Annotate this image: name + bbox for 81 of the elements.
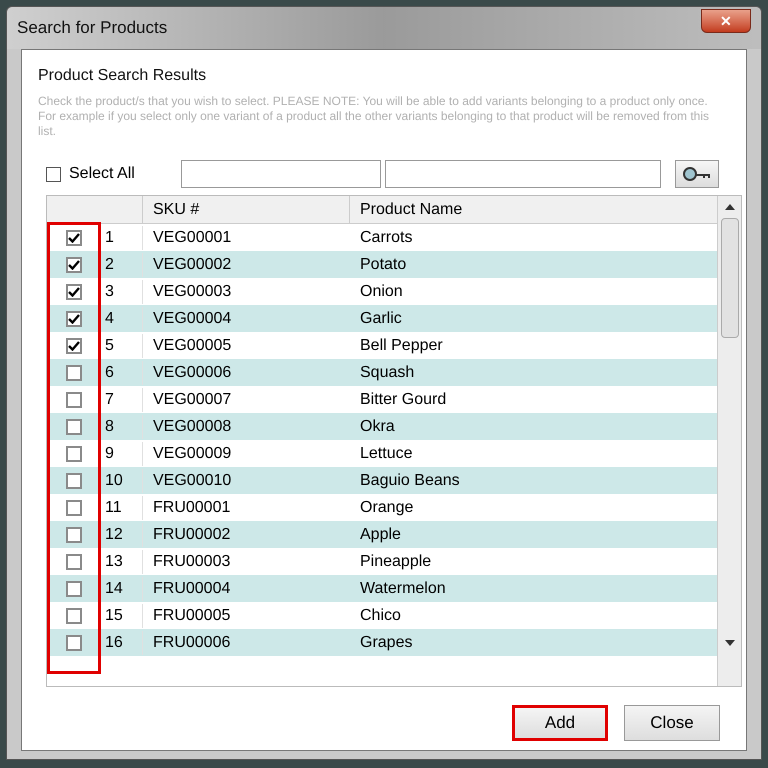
checkbox[interactable] — [66, 230, 82, 246]
search-key-icon — [682, 166, 712, 182]
table-cell-text: Pineapple — [359, 552, 432, 572]
checkbox[interactable] — [66, 418, 82, 434]
table-cell-text: FRU00001 — [152, 498, 232, 518]
table-cell-text: Bitter Gourd — [359, 390, 448, 410]
instruction-note: Check the product/s that you wish to select. PLEASE NOTE: You will be able to add variants belonging to a product only once. For example if you select only one variant of a product all the other variants belonging to that product will be removed from this list. — [38, 94, 710, 139]
row-number: 13 — [101, 550, 143, 574]
table-cell-text: Apple — [359, 524, 402, 544]
checkbox[interactable] — [66, 608, 82, 624]
dialog-button[interactable]: Add — [512, 705, 608, 741]
dialog-button[interactable]: Close — [624, 705, 720, 741]
table-cell-text: FRU00002 — [152, 524, 232, 544]
row-number: 7 — [101, 388, 143, 412]
checkbox[interactable] — [66, 580, 82, 596]
checkbox[interactable] — [66, 392, 82, 408]
scroll-up-icon — [724, 204, 734, 210]
table-cell-text: Lettuce — [359, 444, 414, 464]
row-number: 14 — [101, 576, 143, 600]
table-cell-text: FRU00006 — [152, 632, 232, 652]
select-all-checkbox[interactable] — [46, 166, 61, 182]
checkbox[interactable] — [66, 472, 82, 488]
row-number: 11 — [101, 496, 143, 520]
row-number: 9 — [101, 442, 143, 466]
checkbox[interactable] — [66, 310, 82, 326]
row-number: 3 — [101, 280, 143, 304]
search-field[interactable] — [385, 160, 661, 188]
checkbox[interactable] — [66, 256, 82, 272]
checkbox[interactable] — [66, 634, 82, 650]
column-header: Product Name — [359, 200, 464, 220]
table-cell-text: FRU00005 — [152, 606, 232, 626]
row-number: 12 — [101, 522, 143, 546]
search-field[interactable] — [181, 160, 381, 188]
table-cell-text: VEG00009 — [152, 444, 232, 464]
row-number: 15 — [101, 604, 143, 628]
table-cell-text: VEG00003 — [152, 282, 232, 302]
row-number: 4 — [101, 306, 143, 330]
table-cell-text: Okra — [359, 416, 396, 436]
table-cell-text: Carrots — [359, 228, 414, 248]
checkbox[interactable] — [66, 338, 82, 354]
select-all-label: Select All — [69, 164, 135, 184]
row-number: 6 — [101, 360, 143, 384]
table-cell-text: Orange — [359, 498, 414, 518]
table-cell-text: VEG00002 — [152, 254, 232, 274]
scroll-down-icon — [724, 640, 734, 646]
checkbox[interactable] — [66, 364, 82, 380]
checkbox[interactable] — [66, 284, 82, 300]
table-cell-text: Onion — [359, 282, 404, 302]
table-cell-text: VEG00004 — [152, 308, 232, 328]
table-cell-text: Grapes — [359, 632, 414, 652]
table-cell-text: FRU00003 — [152, 552, 232, 572]
checkbox[interactable] — [66, 526, 82, 542]
scrollbar[interactable] — [717, 196, 741, 686]
table-cell-text: Bell Pepper — [359, 336, 444, 356]
search-button[interactable] — [675, 160, 719, 188]
table-cell-text: VEG00010 — [152, 470, 232, 490]
table-cell-text: Chico — [359, 606, 402, 626]
table-cell-text: VEG00005 — [152, 336, 232, 356]
row-number: 8 — [101, 414, 143, 438]
table-cell-text: Squash — [359, 362, 416, 382]
table-cell-text: VEG00007 — [152, 390, 232, 410]
table-cell-text: VEG00008 — [152, 416, 232, 436]
scroll-thumb[interactable] — [720, 218, 738, 338]
table-cell-text: Potato — [359, 254, 408, 274]
table-cell-text: VEG00006 — [152, 362, 232, 382]
table-cell-text: Baguio Beans — [359, 470, 461, 490]
checkbox[interactable] — [66, 500, 82, 516]
table-cell-text: FRU00004 — [152, 578, 232, 598]
row-number: 5 — [101, 334, 143, 358]
column-header: SKU # — [143, 196, 350, 223]
row-number: 16 — [101, 630, 143, 654]
section-heading: Product Search Results — [38, 66, 208, 86]
checkbox[interactable] — [66, 554, 82, 570]
row-number: 2 — [101, 252, 143, 276]
row-number: 1 — [101, 226, 143, 250]
table-cell-text: Watermelon — [359, 578, 447, 598]
row-number: 10 — [101, 468, 143, 492]
table-cell-text: VEG00001 — [152, 228, 232, 248]
window-title: Search for Products — [17, 17, 168, 40]
table-cell-text: Garlic — [359, 308, 403, 328]
checkbox[interactable] — [66, 446, 82, 462]
